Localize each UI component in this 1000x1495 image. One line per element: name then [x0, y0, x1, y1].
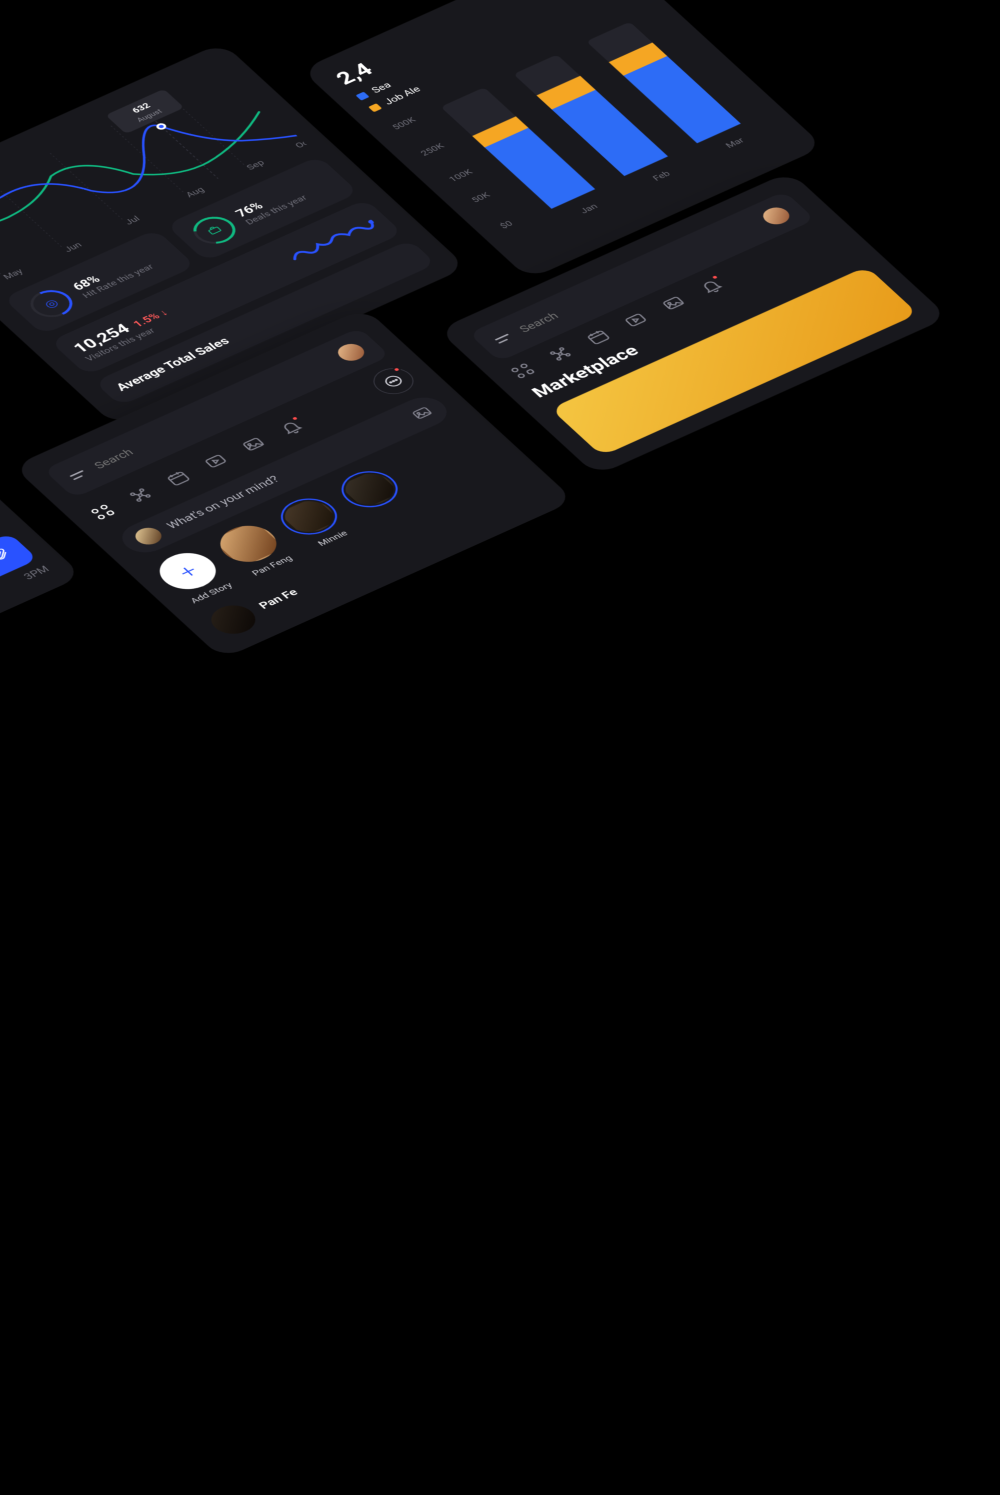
svg-text:Jun: Jun — [63, 241, 85, 254]
svg-text:500K: 500K — [391, 116, 419, 132]
legend-swatch-orange — [368, 103, 382, 112]
svg-text:Aug: Aug — [185, 186, 208, 199]
svg-text:50K: 50K — [470, 191, 493, 204]
grid-icon[interactable] — [507, 361, 538, 381]
svg-text:250K: 250K — [419, 142, 447, 158]
menu-icon[interactable] — [69, 470, 87, 480]
plus-icon: + — [149, 546, 227, 596]
secondary-time: 3PM — [0, 564, 52, 677]
chat-icon[interactable] — [366, 363, 422, 399]
svg-text:Sep: Sep — [245, 159, 267, 172]
story-item[interactable]: Minnie — [270, 491, 359, 552]
network-icon[interactable] — [545, 344, 576, 364]
svg-text:Oct: Oct — [294, 138, 308, 150]
network-icon[interactable] — [125, 485, 156, 505]
video-icon[interactable] — [200, 451, 231, 471]
legend-swatch-blue — [356, 92, 370, 101]
svg-text:Mar: Mar — [724, 137, 746, 150]
svg-text:$0: $0 — [498, 219, 516, 230]
image-icon[interactable] — [238, 434, 269, 454]
briefcase-ring-icon — [185, 211, 243, 249]
gallery-icon[interactable] — [407, 403, 438, 423]
attachment-icon — [0, 547, 15, 565]
menu-icon[interactable] — [495, 334, 513, 344]
avatar[interactable] — [758, 204, 794, 227]
add-story[interactable]: + Add Story — [149, 546, 238, 607]
post-author: Pan Fe — [257, 587, 301, 611]
avatar[interactable] — [333, 341, 369, 364]
calendar-icon[interactable] — [583, 327, 614, 347]
svg-text:May: May — [2, 268, 26, 282]
message-time-button[interactable]: 12:48PM — [0, 533, 38, 665]
bell-icon[interactable] — [276, 417, 307, 437]
image-icon[interactable] — [658, 293, 689, 313]
bell-icon[interactable] — [696, 276, 727, 296]
target-ring-icon: ◎ — [22, 285, 80, 323]
grid-icon[interactable] — [87, 502, 118, 522]
svg-text:Jul: Jul — [124, 215, 143, 227]
post-avatar[interactable] — [203, 600, 264, 639]
refresh-button[interactable] — [0, 507, 1, 539]
svg-text:Feb: Feb — [651, 170, 672, 183]
video-icon[interactable] — [620, 310, 651, 330]
story-item[interactable] — [331, 464, 420, 525]
calendar-icon[interactable] — [163, 468, 194, 488]
svg-text:Jan: Jan — [579, 203, 600, 216]
avatar — [130, 525, 166, 548]
story-item[interactable]: Pan Feng — [209, 519, 298, 580]
svg-text:100K: 100K — [448, 168, 476, 184]
